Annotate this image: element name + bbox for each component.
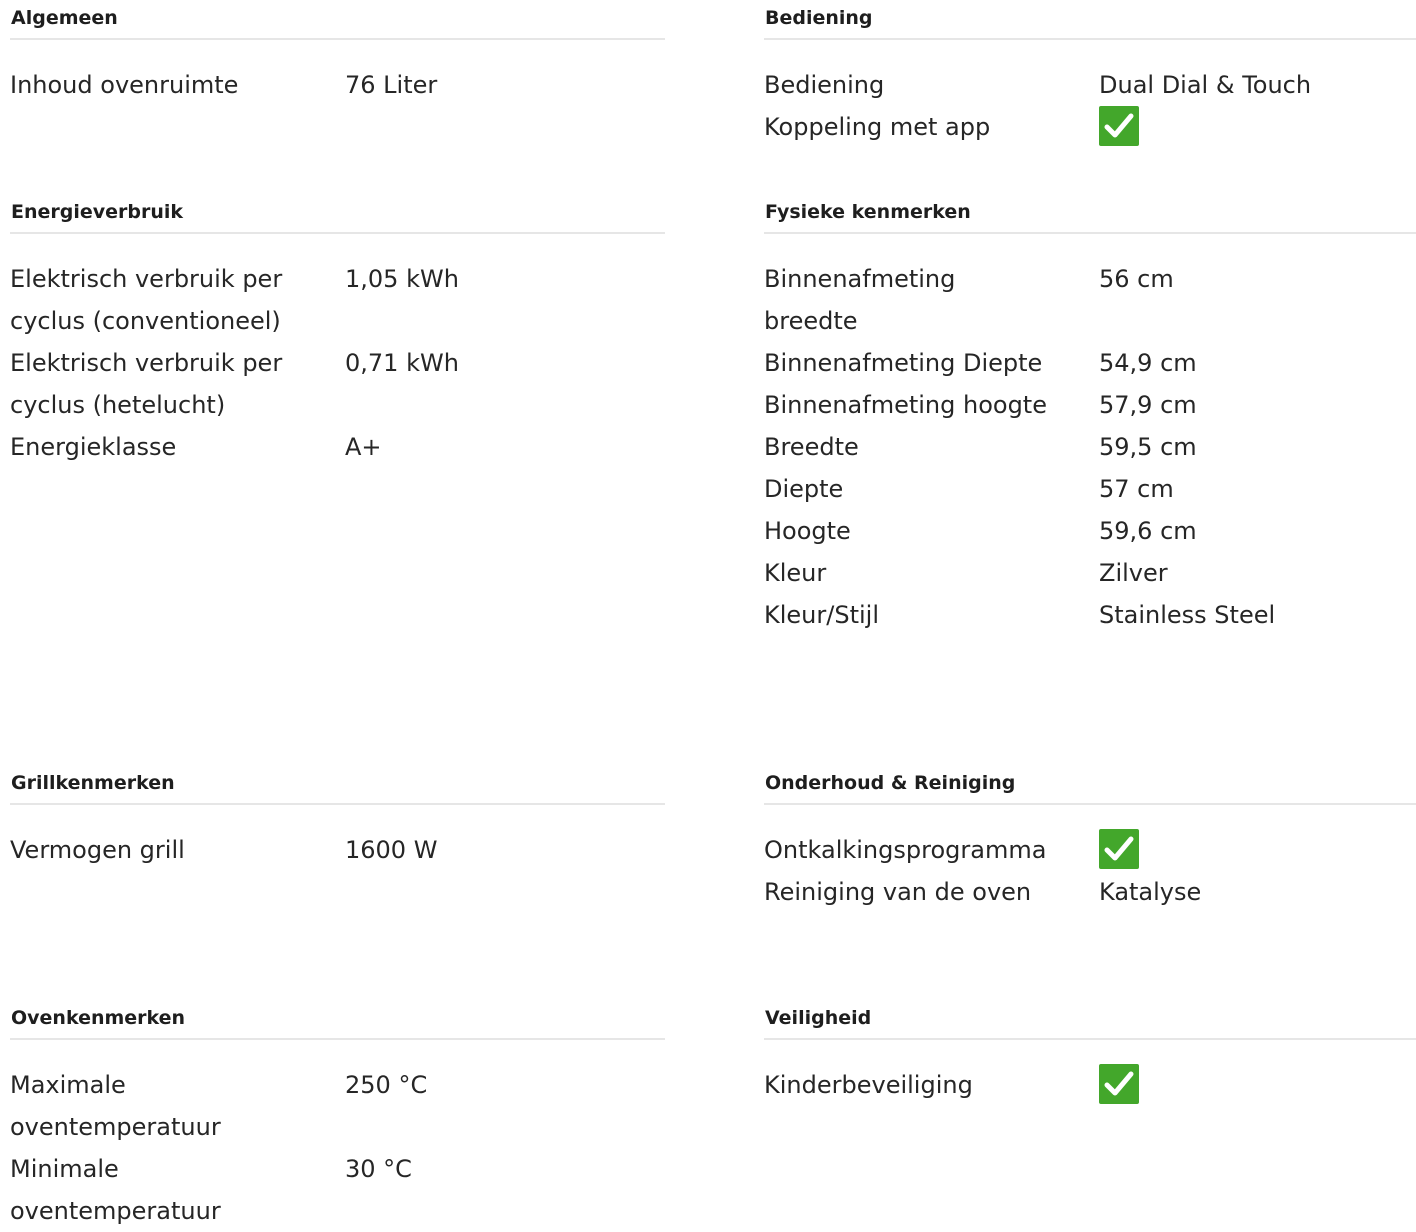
spec-row: Kinderbeveiliging bbox=[764, 1064, 1416, 1106]
divider bbox=[10, 1038, 665, 1040]
spec-value: 57 cm bbox=[1099, 475, 1174, 503]
section-title: Ovenkenmerken bbox=[11, 1007, 186, 1029]
spec-label: Maximale oventemperatuur bbox=[10, 1071, 221, 1141]
spec-value: 1600 W bbox=[345, 836, 438, 864]
spec-value: A+ bbox=[345, 433, 382, 461]
spec-label: Vermogen grill bbox=[10, 836, 185, 864]
spec-row: Reiniging van de oven Katalyse bbox=[764, 871, 1416, 913]
spec-value: 59,6 cm bbox=[1099, 517, 1197, 545]
spec-row: Elektrisch verbruik per cyclus (conventi… bbox=[10, 258, 665, 342]
section-title: Algemeen bbox=[11, 7, 118, 29]
spec-label: Diepte bbox=[764, 475, 844, 503]
spec-label: Kleur bbox=[764, 559, 827, 587]
spec-row: Inhoud ovenruimte 76 Liter bbox=[10, 64, 665, 106]
spec-row: Koppeling met app bbox=[764, 106, 1416, 148]
check-icon bbox=[1099, 106, 1139, 146]
section-veiligheid: Veiligheid Kinderbeveiliging bbox=[764, 1006, 1416, 1106]
section-title: Onderhoud & Reiniging bbox=[765, 772, 1016, 794]
spec-label: Koppeling met app bbox=[764, 113, 991, 141]
spec-value: 250 °C bbox=[345, 1071, 428, 1099]
spec-value: 0,71 kWh bbox=[345, 349, 459, 377]
spec-row: Bediening Dual Dial & Touch bbox=[764, 64, 1416, 106]
spec-label: Minimale oventemperatuur bbox=[10, 1155, 221, 1225]
divider bbox=[10, 38, 665, 40]
spec-row: Vermogen grill 1600 W bbox=[10, 829, 665, 871]
section-title: Bediening bbox=[765, 7, 873, 29]
section-energieverbruik: Energieverbruik Elektrisch verbruik per … bbox=[10, 200, 665, 468]
divider bbox=[10, 232, 665, 234]
spec-label: Kinderbeveiliging bbox=[764, 1071, 973, 1099]
spec-row: Hoogte 59,6 cm bbox=[764, 510, 1416, 552]
divider bbox=[764, 1038, 1416, 1040]
spec-row: Breedte 59,5 cm bbox=[764, 426, 1416, 468]
spec-value bbox=[1099, 1064, 1139, 1106]
spec-value: 76 Liter bbox=[345, 71, 438, 99]
spec-row: Elektrisch verbruik per cyclus (heteluch… bbox=[10, 342, 665, 426]
check-icon bbox=[1099, 1064, 1139, 1104]
spec-row: Minimale oventemperatuur 30 °C bbox=[10, 1148, 665, 1232]
spec-label: Binnenafmeting breedte bbox=[764, 265, 956, 335]
spec-value: Katalyse bbox=[1099, 878, 1202, 906]
spec-row: Binnenafmeting hoogte 57,9 cm bbox=[764, 384, 1416, 426]
spec-row: Diepte 57 cm bbox=[764, 468, 1416, 510]
section-onderhoud-reiniging: Onderhoud & Reiniging Ontkalkingsprogram… bbox=[764, 771, 1416, 913]
spec-value bbox=[1099, 106, 1139, 148]
spec-label: Breedte bbox=[764, 433, 859, 461]
section-bediening: Bediening Bediening Dual Dial & Touch Ko… bbox=[764, 6, 1416, 148]
divider bbox=[764, 38, 1416, 40]
section-fysieke-kenmerken: Fysieke kenmerken Binnenafmeting breedte… bbox=[764, 200, 1416, 636]
spec-value: 56 cm bbox=[1099, 265, 1174, 293]
spec-label: Elektrisch verbruik per cyclus (conventi… bbox=[10, 265, 283, 335]
section-ovenkenmerken: Ovenkenmerken Maximale oventemperatuur 2… bbox=[10, 1006, 665, 1232]
section-title: Energieverbruik bbox=[11, 201, 184, 223]
spec-row: Kleur/Stijl Stainless Steel bbox=[764, 594, 1416, 636]
spec-label: Bediening bbox=[764, 71, 885, 99]
section-title: Grillkenmerken bbox=[11, 772, 175, 794]
spec-row: Binnenafmeting Diepte 54,9 cm bbox=[764, 342, 1416, 384]
spec-value bbox=[1099, 829, 1139, 871]
spec-label: Hoogte bbox=[764, 517, 851, 545]
spec-row: Binnenafmeting breedte 56 cm bbox=[764, 258, 1416, 342]
divider bbox=[764, 232, 1416, 234]
spec-value: 59,5 cm bbox=[1099, 433, 1197, 461]
spec-row: Ontkalkingsprogramma bbox=[764, 829, 1416, 871]
spec-label: Reiniging van de oven bbox=[764, 878, 1032, 906]
spec-label: Energieklasse bbox=[10, 433, 177, 461]
spec-value: 54,9 cm bbox=[1099, 349, 1197, 377]
spec-label: Binnenafmeting hoogte bbox=[764, 391, 1047, 419]
spec-label: Inhoud ovenruimte bbox=[10, 71, 239, 99]
spec-label: Kleur/Stijl bbox=[764, 601, 879, 629]
section-grillkenmerken: Grillkenmerken Vermogen grill 1600 W bbox=[10, 771, 665, 871]
section-algemeen: Algemeen Inhoud ovenruimte 76 Liter bbox=[10, 6, 665, 106]
divider bbox=[764, 803, 1416, 805]
spec-label: Elektrisch verbruik per cyclus (heteluch… bbox=[10, 349, 283, 419]
spec-value: 1,05 kWh bbox=[345, 265, 459, 293]
spec-value: Zilver bbox=[1099, 559, 1168, 587]
spec-row: Energieklasse A+ bbox=[10, 426, 665, 468]
spec-label: Ontkalkingsprogramma bbox=[764, 836, 1047, 864]
check-icon bbox=[1099, 829, 1139, 869]
spec-value: Stainless Steel bbox=[1099, 601, 1276, 629]
spec-value: 30 °C bbox=[345, 1155, 412, 1183]
spec-label: Binnenafmeting Diepte bbox=[764, 349, 1043, 377]
spec-row: Maximale oventemperatuur 250 °C bbox=[10, 1064, 665, 1148]
spec-row: Kleur Zilver bbox=[764, 552, 1416, 594]
section-title: Fysieke kenmerken bbox=[765, 201, 971, 223]
spec-value: Dual Dial & Touch bbox=[1099, 71, 1312, 99]
section-title: Veiligheid bbox=[765, 1007, 872, 1029]
spec-value: 57,9 cm bbox=[1099, 391, 1197, 419]
divider bbox=[10, 803, 665, 805]
